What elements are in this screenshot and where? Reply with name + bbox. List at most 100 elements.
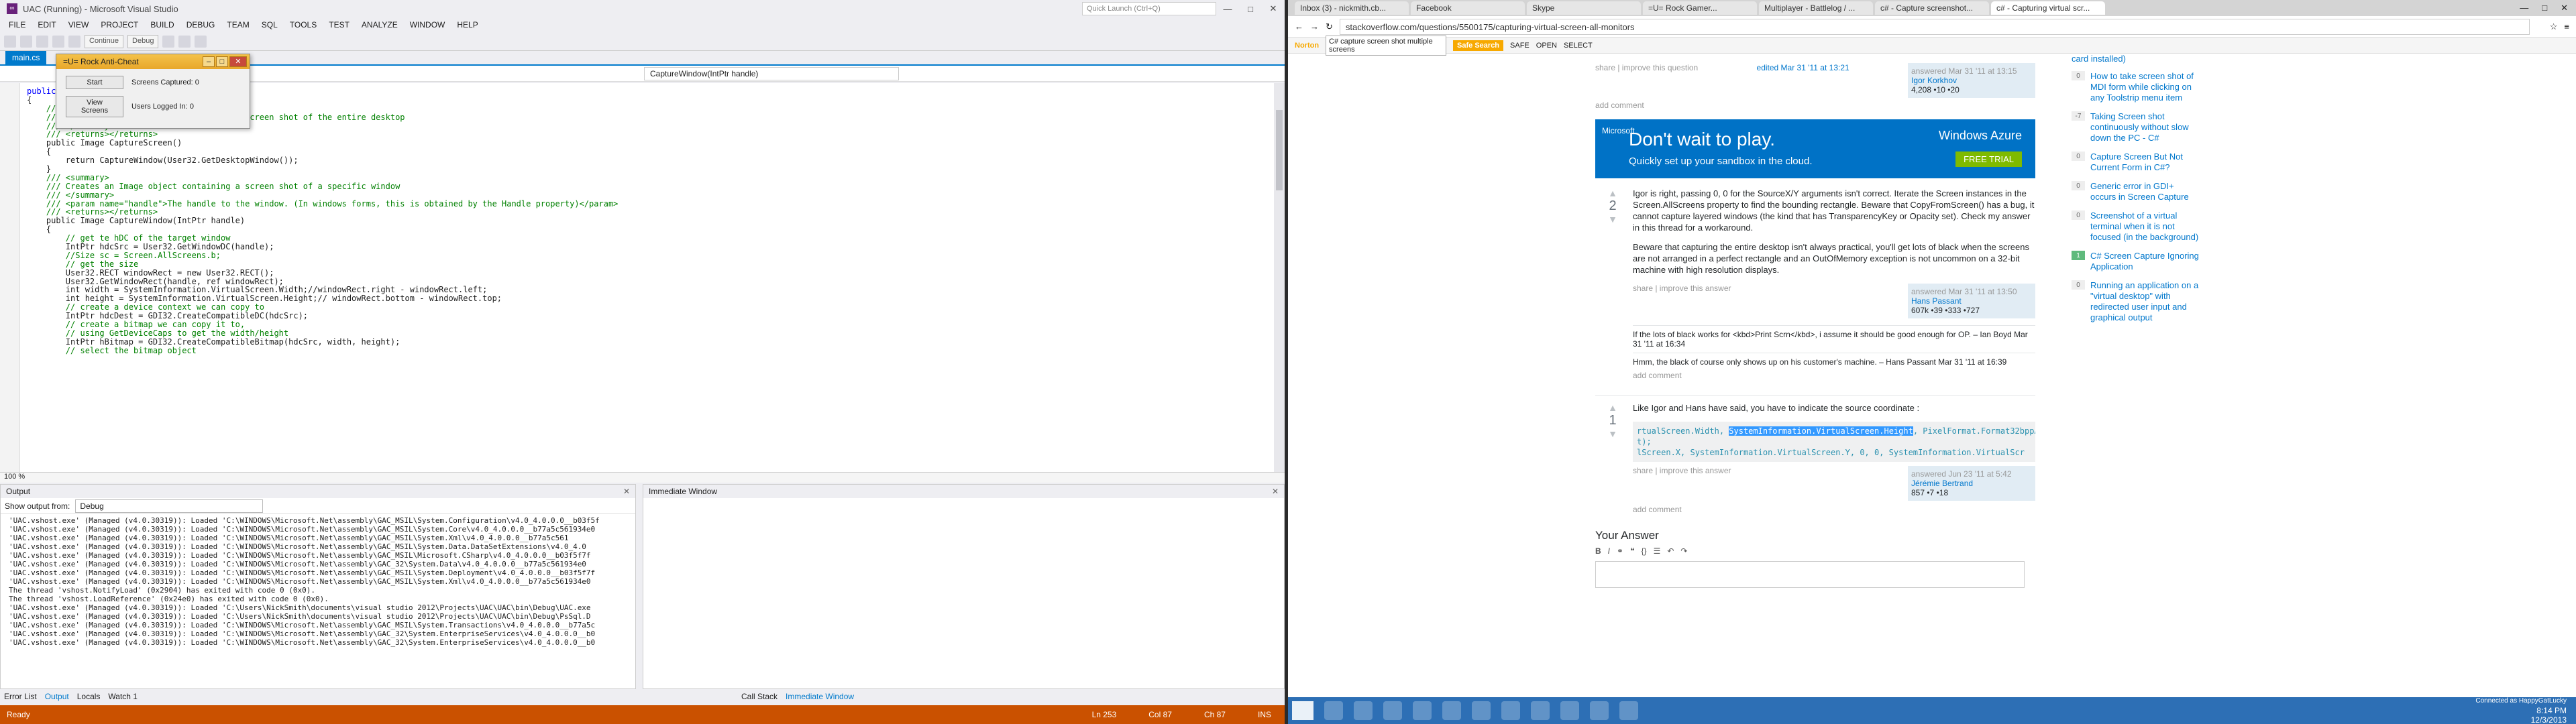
related-link[interactable]: Running an application on a "virtual des…: [2090, 280, 2199, 323]
user-name[interactable]: Jérémie Bertrand: [1911, 479, 2032, 488]
menu-sql[interactable]: SQL: [256, 20, 284, 29]
editor-scrollbar[interactable]: [1274, 83, 1285, 472]
tab-watch[interactable]: Watch 1: [108, 692, 138, 701]
user-name[interactable]: Igor Korkhov: [1911, 76, 2032, 85]
share-links[interactable]: share | improve this answer: [1633, 466, 1731, 501]
stop-icon[interactable]: [178, 35, 191, 48]
visual-studio-taskbar-icon[interactable]: [1531, 701, 1550, 720]
forward-icon[interactable]: →: [1310, 21, 1319, 32]
link-icon[interactable]: ⚭: [1617, 546, 1623, 556]
menu-test[interactable]: TEST: [323, 20, 356, 29]
upvote-icon[interactable]: ▲: [1601, 402, 1625, 413]
app-taskbar-icon[interactable]: [1590, 701, 1609, 720]
close-immediate-icon[interactable]: ✕: [1272, 487, 1284, 496]
browser-minimize-icon[interactable]: —: [2520, 3, 2528, 13]
menu-icon[interactable]: ≡: [2564, 21, 2576, 32]
redo-icon[interactable]: ↷: [1680, 546, 1687, 556]
azure-ad-banner[interactable]: Microsoft Don't wait to play. Quickly se…: [1595, 119, 2035, 178]
add-comment-link[interactable]: add comment: [1633, 371, 2035, 380]
code-icon[interactable]: {}: [1642, 546, 1647, 556]
back-icon[interactable]: ←: [1295, 21, 1303, 32]
menu-edit[interactable]: EDIT: [32, 20, 62, 29]
menu-file[interactable]: FILE: [3, 20, 32, 29]
maximize-icon[interactable]: □: [1239, 4, 1262, 14]
start-button[interactable]: Start: [66, 76, 123, 89]
related-link[interactable]: Taking Screen shot continuously without …: [2090, 111, 2199, 143]
italic-icon[interactable]: I: [1608, 546, 1610, 556]
app-taskbar-icon[interactable]: [1472, 701, 1491, 720]
save-icon[interactable]: [52, 35, 64, 48]
menu-build[interactable]: BUILD: [144, 20, 180, 29]
related-link[interactable]: C# Screen Capture Ignoring Application: [2090, 251, 2199, 272]
browser-tab[interactable]: Facebook: [1411, 1, 1525, 15]
skype-taskbar-icon[interactable]: [1413, 701, 1432, 720]
downvote-icon[interactable]: ▼: [1601, 214, 1625, 225]
tab-locals[interactable]: Locals: [77, 692, 101, 701]
browser-tab[interactable]: Skype: [1527, 1, 1641, 15]
upvote-icon[interactable]: ▲: [1601, 188, 1625, 198]
new-project-icon[interactable]: [36, 35, 48, 48]
code-editor[interactable]: public class ScreenCapture{ /// <summary…: [0, 83, 1275, 472]
tab-error-list[interactable]: Error List: [4, 692, 37, 701]
chrome-taskbar-icon[interactable]: [1324, 701, 1343, 720]
safe-search-button[interactable]: Safe Search: [1453, 40, 1504, 51]
sidebar-top-text[interactable]: card installed): [2072, 54, 2199, 64]
menu-analyze[interactable]: ANALYZE: [356, 20, 404, 29]
undo-icon[interactable]: [68, 35, 80, 48]
zoom-level[interactable]: 100 %: [0, 472, 1285, 483]
browser-tab[interactable]: c# - Capture screenshot...: [1875, 1, 1989, 15]
address-bar[interactable]: stackoverflow.com/questions/5500175/capt…: [1339, 18, 2530, 35]
pause-icon[interactable]: [162, 35, 175, 48]
minimize-icon[interactable]: —: [1216, 4, 1239, 14]
edited-time[interactable]: edited Mar 31 '11 at 13:21: [1757, 63, 1849, 98]
menu-window[interactable]: WINDOW: [404, 20, 451, 29]
game-taskbar-icon[interactable]: [1501, 701, 1520, 720]
related-link[interactable]: Generic error in GDI+ occurs in Screen C…: [2090, 181, 2199, 202]
member-dropdown[interactable]: CaptureWindow(IntPtr handle): [644, 66, 899, 80]
reload-icon[interactable]: ↻: [1326, 21, 1333, 32]
bookmark-star-icon[interactable]: ☆: [2550, 21, 2558, 32]
browser-tab-active[interactable]: c# - Capturing virtual scr...: [1991, 1, 2105, 15]
browser-close-icon[interactable]: ✕: [2561, 3, 2568, 13]
menu-project[interactable]: PROJECT: [95, 20, 144, 29]
answer-textarea[interactable]: [1595, 561, 2025, 588]
origin-taskbar-icon[interactable]: [1442, 701, 1461, 720]
tab-main-cs[interactable]: main.cs: [5, 51, 47, 64]
windows-start-icon[interactable]: [1292, 701, 1313, 720]
config-select[interactable]: Debug: [127, 34, 159, 48]
browser-maximize-icon[interactable]: □: [2542, 3, 2547, 13]
menu-view[interactable]: VIEW: [62, 20, 95, 29]
browser-tab[interactable]: =U= Rock Gamer...: [1643, 1, 1757, 15]
dialog-close-icon[interactable]: ✕: [229, 56, 247, 67]
dialog-maximize-icon[interactable]: □: [216, 56, 228, 67]
undo-icon[interactable]: ↶: [1667, 546, 1674, 556]
menu-help[interactable]: HELP: [451, 20, 484, 29]
downvote-icon[interactable]: ▼: [1601, 428, 1625, 439]
quote-icon[interactable]: ❝: [1630, 546, 1634, 556]
related-link[interactable]: Screenshot of a virtual terminal when it…: [2090, 210, 2199, 243]
close-output-icon[interactable]: ✕: [623, 487, 635, 496]
restart-icon[interactable]: [195, 35, 207, 48]
tab-output[interactable]: Output: [45, 692, 69, 701]
back-icon[interactable]: [4, 35, 16, 48]
scroll-thumb[interactable]: [1276, 110, 1283, 190]
related-link[interactable]: How to take screen shot of MDI form whil…: [2090, 71, 2199, 103]
explorer-taskbar-icon[interactable]: [1383, 701, 1402, 720]
share-links[interactable]: share | improve this question: [1595, 63, 1698, 98]
user-name[interactable]: Hans Passant: [1911, 296, 2032, 306]
ad-free-trial-button[interactable]: FREE TRIAL: [1955, 152, 2022, 167]
list-icon[interactable]: ☰: [1654, 546, 1661, 556]
bold-icon[interactable]: B: [1595, 546, 1601, 556]
tab-call-stack[interactable]: Call Stack: [741, 692, 777, 701]
code-block[interactable]: rtualScreen.Width, SystemInformation.Vir…: [1633, 422, 2035, 462]
close-icon[interactable]: ✕: [1262, 3, 1285, 14]
output-source-select[interactable]: Debug: [75, 499, 264, 513]
menu-team[interactable]: TEAM: [221, 20, 255, 29]
menu-tools[interactable]: TOOLS: [284, 20, 323, 29]
related-link[interactable]: Capture Screen But Not Current Form in C…: [2090, 152, 2199, 173]
view-screens-button[interactable]: View Screens: [66, 96, 123, 117]
dialog-minimize-icon[interactable]: –: [203, 56, 215, 67]
continue-button[interactable]: Continue: [85, 34, 124, 48]
add-comment-link[interactable]: add comment: [1595, 101, 2035, 110]
tab-immediate[interactable]: Immediate Window: [786, 692, 854, 701]
